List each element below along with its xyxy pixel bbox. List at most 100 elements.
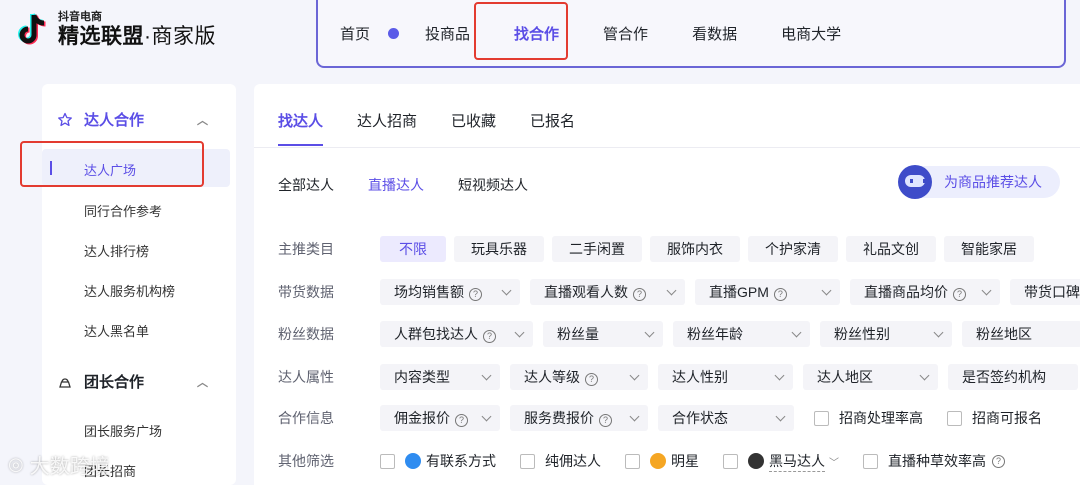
dropdown-service-fee-quote[interactable]: 服务费报价? <box>510 405 648 431</box>
filter-row-fans-data: 粉丝数据 人群包找达人? 粉丝量 粉丝年龄 粉丝性别 粉丝地区 <box>278 320 1080 348</box>
dropdown-fan-region[interactable]: 粉丝地区 <box>962 321 1080 347</box>
nav-view-data[interactable]: 看数据 <box>692 23 737 44</box>
dropdown-avg-sales[interactable]: 场均销售额? <box>380 279 520 305</box>
dropdown-label: 是否签约机构 <box>962 369 1046 385</box>
subtab-short-video-creators[interactable]: 短视频达人 <box>458 175 528 195</box>
filter-row-category: 主推类目 不限 玩具乐器 二手闲置 服饰内衣 个护家清 礼品文创 智能家居 <box>278 235 1042 263</box>
checkbox-dark-horse[interactable]: 黑马达人 ﹀ <box>723 451 839 472</box>
robot-icon <box>898 165 932 199</box>
dark-horse-icon <box>748 453 764 469</box>
checkbox-label: 有联系方式 <box>426 453 496 469</box>
recommend-creators-button[interactable]: 为商品推荐达人 <box>898 165 1060 199</box>
dropdown-fan-gender[interactable]: 粉丝性别 <box>820 321 952 347</box>
filter-row-other: 其他筛选 有联系方式 纯佣达人 明星 黑马达人 ﹀ 直播种草效率高? <box>278 447 1029 475</box>
help-icon: ? <box>953 287 966 301</box>
chevron-down-icon <box>919 370 930 380</box>
dropdown-creator-level[interactable]: 达人等级? <box>510 364 648 390</box>
tab-find-creators[interactable]: 找达人 <box>278 110 324 146</box>
chevron-down-icon <box>933 327 944 337</box>
dropdown-fan-count[interactable]: 粉丝量 <box>543 321 663 347</box>
checkbox-box <box>814 410 829 426</box>
checkbox-box <box>863 453 878 469</box>
checkbox-recruitment-open[interactable]: 招商可报名 <box>947 408 1042 428</box>
sidebar-item-peer-reference[interactable]: 同行合作参考 <box>84 201 162 220</box>
star-icon <box>56 111 74 129</box>
dropdown-live-gpm[interactable]: 直播GPM? <box>695 279 840 305</box>
nav-manage-cooperation[interactable]: 管合作 <box>603 23 648 44</box>
subtab-live-creators[interactable]: 直播达人 <box>368 175 424 195</box>
dropdown-commission-quote[interactable]: 佣金报价? <box>380 405 500 431</box>
celebrity-badge-icon <box>650 453 666 469</box>
chip-category[interactable]: 智能家居 <box>944 236 1034 262</box>
top-navigation: 首页 投商品 找合作 管合作 看数据 电商大学 <box>316 0 1066 68</box>
dropdown-label: 内容类型 <box>394 369 450 385</box>
dropdown-creator-gender[interactable]: 达人性别 <box>658 364 793 390</box>
dropdown-live-viewers[interactable]: 直播观看人数? <box>530 279 685 305</box>
help-icon: ? <box>992 454 1005 468</box>
chevron-down-icon <box>774 370 785 380</box>
dropdown-label: 合作状态 <box>672 410 728 426</box>
checkbox-box <box>947 410 962 426</box>
checkbox-has-contact[interactable]: 有联系方式 <box>380 451 496 471</box>
sidebar-group-label: 达人合作 <box>84 112 145 129</box>
subtab-all-creators[interactable]: 全部达人 <box>278 175 334 195</box>
chevron-down-icon <box>791 327 802 337</box>
chip-category[interactable]: 二手闲置 <box>552 236 642 262</box>
nav-promote-products[interactable]: 投商品 <box>425 23 470 44</box>
sidebar-item-creator-ranking[interactable]: 达人排行榜 <box>84 241 149 260</box>
filter-label: 粉丝数据 <box>278 326 334 342</box>
recommend-creators-label: 为商品推荐达人 <box>944 174 1042 190</box>
dropdown-cooperation-status[interactable]: 合作状态 <box>658 405 794 431</box>
sidebar-group-creator-cooperation[interactable]: 达人合作 ︿ <box>56 109 222 130</box>
dropdown-reputation[interactable]: 带货口碑 <box>1010 279 1080 305</box>
dropdown-signed-agency[interactable]: 是否签约机构 <box>948 364 1078 390</box>
tab-registered[interactable]: 已报名 <box>530 110 575 131</box>
chevron-down-icon <box>501 285 512 295</box>
chevron-down-icon <box>514 327 525 337</box>
dropdown-label: 带货口碑 <box>1024 284 1080 300</box>
tab-divider <box>254 147 1080 148</box>
tab-favorites[interactable]: 已收藏 <box>451 110 496 131</box>
chip-category[interactable]: 礼品文创 <box>846 236 936 262</box>
checkbox-box <box>380 453 395 469</box>
sidebar-item-agency-ranking[interactable]: 达人服务机构榜 <box>84 281 175 300</box>
dropdown-audience-package[interactable]: 人群包找达人? <box>380 321 533 347</box>
checkbox-high-processing-rate[interactable]: 招商处理率高 <box>814 408 923 428</box>
chevron-down-icon <box>481 370 492 380</box>
chip-category[interactable]: 玩具乐器 <box>454 236 544 262</box>
checkbox-commission-only[interactable]: 纯佣达人 <box>520 451 601 471</box>
dropdown-content-type[interactable]: 内容类型 <box>380 364 500 390</box>
logo-title: 精选联盟·商家版 <box>58 25 216 48</box>
watermark-logo-icon: ◎ <box>8 454 24 474</box>
watermark: ◎ 大数跨境 <box>8 450 110 479</box>
help-icon: ? <box>585 372 598 386</box>
highlight-box-sidebar <box>20 141 204 187</box>
dropdown-creator-region[interactable]: 达人地区 <box>803 364 938 390</box>
nav-ecommerce-university[interactable]: 电商大学 <box>781 23 841 44</box>
chevron-up-icon: ︿ <box>197 376 208 389</box>
help-icon: ? <box>773 287 787 301</box>
tab-creator-recruitment[interactable]: 达人招商 <box>357 110 417 131</box>
chevron-down-icon <box>666 285 677 295</box>
filter-row-cooperation-info: 合作信息 佣金报价? 服务费报价? 合作状态 招商处理率高 招商可报名 <box>278 404 1066 432</box>
chip-category[interactable]: 不限 <box>380 236 446 262</box>
dropdown-label: 服务费报价 <box>524 410 594 426</box>
dropdown-fan-age[interactable]: 粉丝年龄 <box>673 321 810 347</box>
contact-icon <box>405 453 421 469</box>
help-icon: ? <box>455 413 468 427</box>
sidebar-group-leader-cooperation[interactable]: 团长合作 ︿ <box>56 371 222 392</box>
checkbox-box <box>625 453 640 469</box>
dropdown-label: 粉丝量 <box>557 326 599 342</box>
sidebar-item-creator-blacklist[interactable]: 达人黑名单 <box>84 321 149 340</box>
app-logo[interactable]: 抖音电商 精选联盟·商家版 <box>16 10 216 50</box>
sidebar-group-label: 团长合作 <box>84 374 145 391</box>
nav-home[interactable]: 首页 <box>340 23 370 44</box>
team-leader-icon <box>56 373 74 391</box>
checkbox-celebrity[interactable]: 明星 <box>625 451 699 471</box>
dropdown-avg-product-price[interactable]: 直播商品均价? <box>850 279 1000 305</box>
checkbox-live-seeding-efficiency[interactable]: 直播种草效率高? <box>863 451 1005 471</box>
chip-category[interactable]: 个护家清 <box>748 236 838 262</box>
chip-category[interactable]: 服饰内衣 <box>650 236 740 262</box>
sidebar-item-leader-service-square[interactable]: 团长服务广场 <box>84 421 162 440</box>
highlight-box-nav <box>474 2 568 60</box>
